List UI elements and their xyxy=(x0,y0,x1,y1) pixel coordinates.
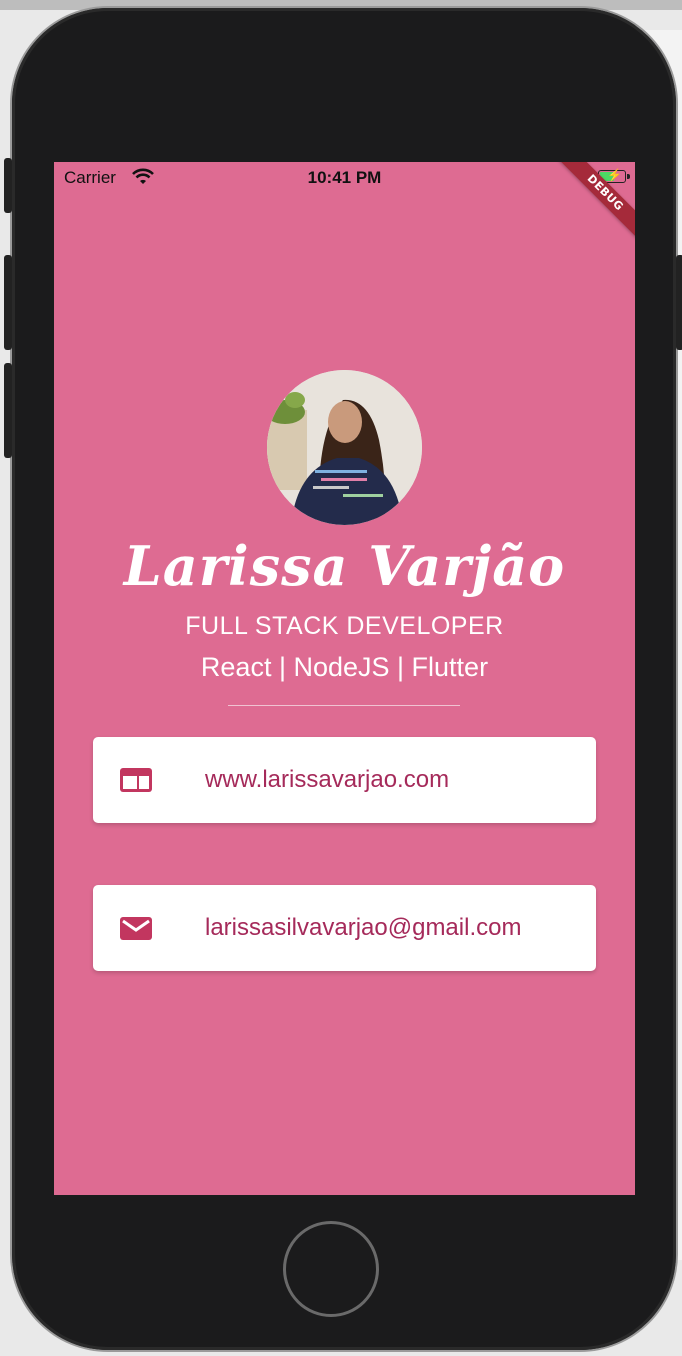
app-screen: Carrier 10:41 PM ⚡ DEBUG Larissa Varjão … xyxy=(54,162,635,1195)
profile-skills: React | NodeJS | Flutter xyxy=(200,652,489,682)
avatar xyxy=(267,370,422,525)
website-text[interactable]: www.larissavarjao.com xyxy=(205,737,449,823)
email-card[interactable]: larissasilvavarjao@gmail.com xyxy=(93,885,596,971)
status-bar: Carrier 10:41 PM ⚡ xyxy=(54,162,635,196)
power-button xyxy=(676,255,682,350)
website-card[interactable]: www.larissavarjao.com xyxy=(93,737,596,823)
mail-icon xyxy=(119,912,153,944)
web-icon xyxy=(119,764,153,796)
profile-title: FULL STACK DEVELOPER xyxy=(185,612,504,640)
volume-up-button xyxy=(4,255,12,350)
email-text[interactable]: larissasilvavarjao@gmail.com xyxy=(205,885,521,971)
profile-name: Larissa Varjão xyxy=(123,534,566,598)
divider xyxy=(228,705,460,706)
status-time: 10:41 PM xyxy=(307,168,382,187)
mute-switch xyxy=(4,158,12,213)
volume-down-button xyxy=(4,363,12,458)
home-button[interactable] xyxy=(283,1221,379,1317)
